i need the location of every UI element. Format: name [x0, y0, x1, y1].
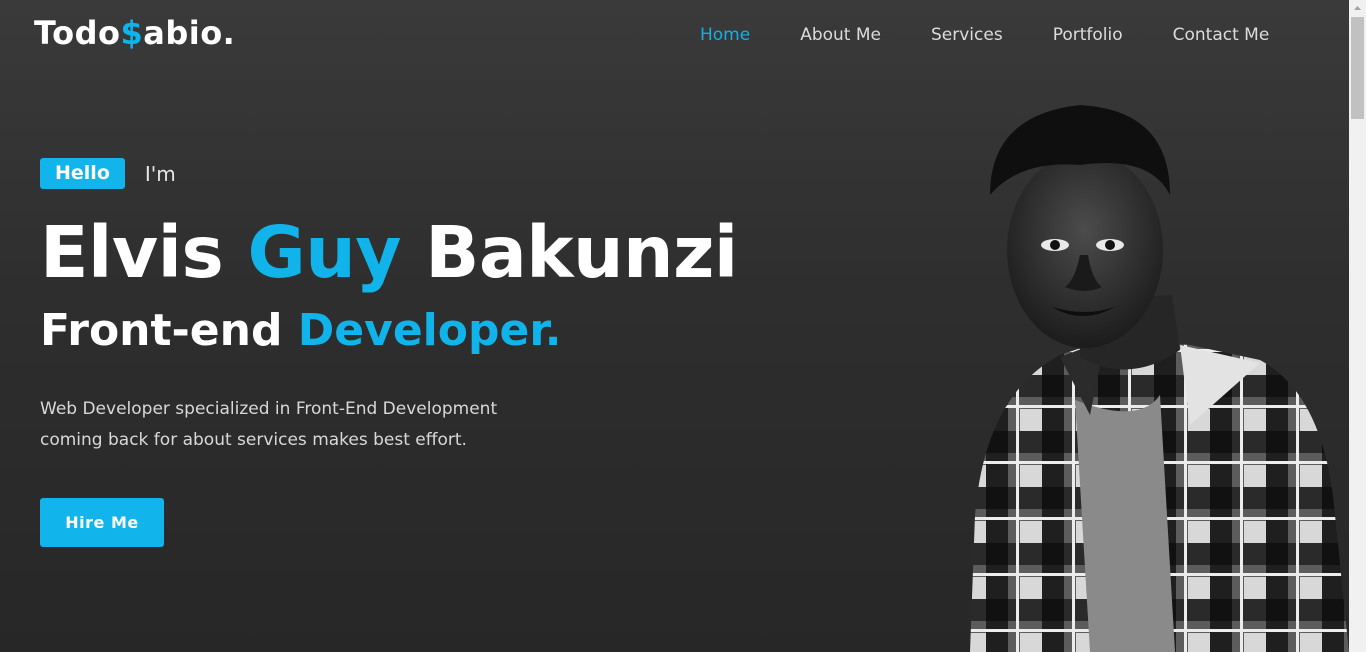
description-line-2: coming back for about services makes bes… — [40, 430, 467, 450]
scroll-up-arrow-icon[interactable] — [1349, 0, 1366, 17]
hello-badge: Hello — [40, 158, 125, 189]
nav-item-portfolio[interactable]: Portfolio — [1053, 25, 1123, 45]
site-logo[interactable]: Todo$abio. — [34, 14, 235, 52]
hero-name: Elvis Guy Bakunzi — [40, 208, 738, 298]
logo-text-prefix: Todo — [34, 14, 121, 52]
nav-item-services[interactable]: Services — [931, 25, 1003, 45]
name-first: Elvis — [40, 211, 224, 294]
home-page: Todo$abio. Home About Me Services Portfo… — [0, 0, 1349, 652]
profile-photo — [930, 95, 1349, 652]
name-last: Bakunzi — [425, 211, 738, 294]
role-accent: Developer. — [297, 305, 562, 356]
main-nav: Home About Me Services Portfolio Contact… — [700, 22, 1269, 48]
nav-item-contact-me[interactable]: Contact Me — [1173, 25, 1270, 45]
greeting: Hello I'm — [40, 158, 176, 189]
logo-dollar-accent: $ — [120, 14, 144, 52]
hero-description: Web Developer specialized in Front-End D… — [40, 394, 560, 456]
description-line-1: Web Developer specialized in Front-End D… — [40, 399, 498, 419]
hire-me-button[interactable]: Hire Me — [40, 498, 164, 547]
browser-viewport: Todo$abio. Home About Me Services Portfo… — [0, 0, 1366, 652]
profile-photo-illustration — [970, 105, 1349, 652]
logo-text-suffix: abio. — [143, 14, 236, 52]
scrollbar-thumb[interactable] — [1351, 17, 1364, 119]
role-prefix: Front-end — [40, 305, 283, 356]
hero-role: Front-end Developer. — [40, 300, 561, 362]
name-middle: Guy — [247, 211, 402, 294]
intro-text: I'm — [144, 161, 176, 186]
nav-item-home[interactable]: Home — [700, 25, 750, 45]
nav-item-about-me[interactable]: About Me — [800, 25, 881, 45]
page-scrollbar[interactable] — [1349, 0, 1366, 652]
